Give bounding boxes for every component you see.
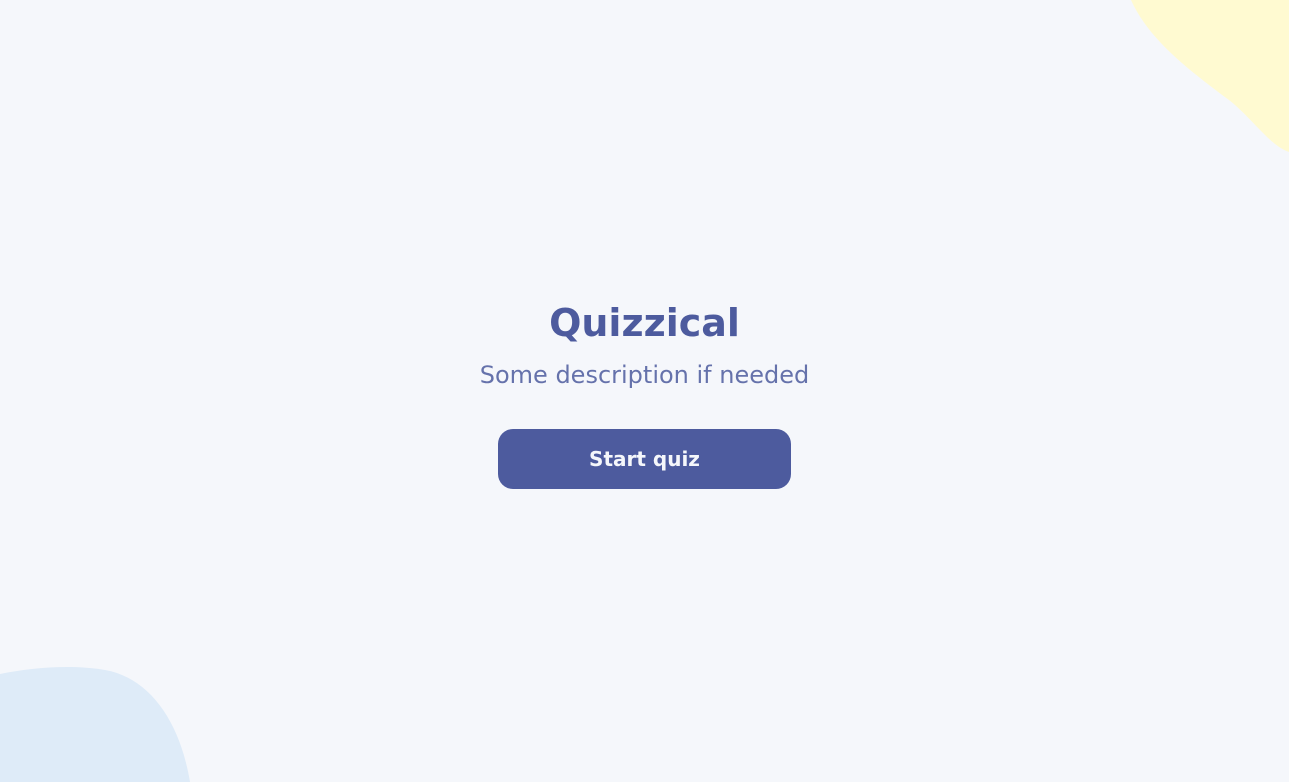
blue-decorative-blob: [0, 667, 190, 782]
page-description: Some description if needed: [479, 361, 810, 389]
page-title: Quizzical: [549, 301, 740, 345]
intro-content: Quizzical Some description if needed Sta…: [0, 298, 1289, 489]
intro-screen: Quizzical Some description if needed Sta…: [0, 0, 1289, 782]
yellow-decorative-blob: [1131, 0, 1289, 152]
start-quiz-button[interactable]: Start quiz: [498, 429, 791, 489]
